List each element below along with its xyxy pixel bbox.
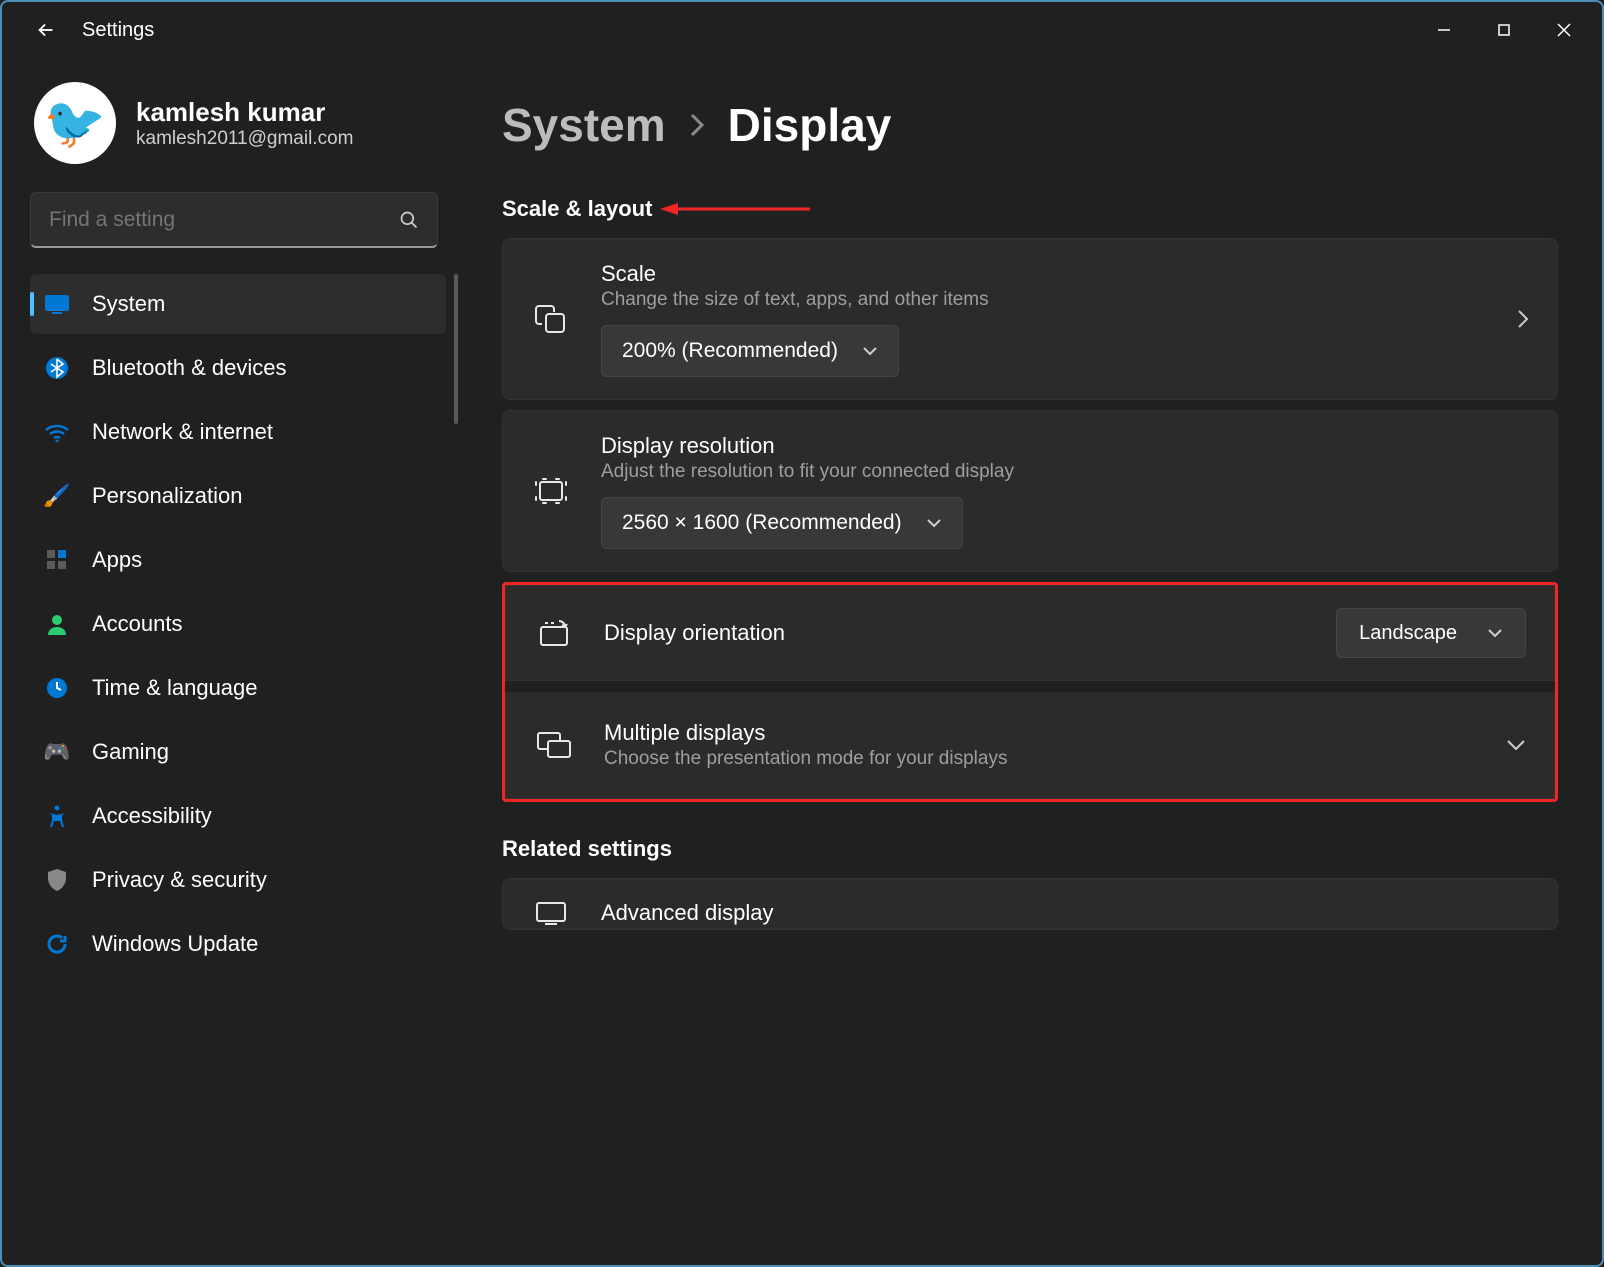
maximize-button[interactable]: [1474, 10, 1534, 50]
sidebar-item-system[interactable]: System: [30, 274, 446, 334]
apps-icon: [44, 547, 70, 573]
card-title: Display orientation: [604, 620, 1306, 646]
annotation-arrow-icon: [660, 200, 810, 218]
profile-email: kamlesh2011@gmail.com: [136, 128, 353, 150]
card-title: Advanced display: [601, 900, 1529, 926]
section-header-scale-layout: Scale & layout: [502, 196, 1558, 222]
card-title: Display resolution: [601, 433, 1529, 459]
resolution-icon: [531, 477, 571, 505]
nav-list: System Bluetooth & devices Network & int…: [30, 274, 446, 974]
sidebar-item-accessibility[interactable]: Accessibility: [30, 786, 446, 846]
scale-icon: [531, 302, 571, 336]
card-title: Multiple displays: [604, 720, 1476, 746]
profile-name: kamlesh kumar: [136, 97, 353, 128]
breadcrumb: System Display: [502, 98, 1558, 152]
chevron-right-icon: [688, 111, 706, 139]
sidebar: 🐦 kamlesh kumar kamlesh2011@gmail.com Sy…: [2, 58, 462, 1265]
sidebar-item-accounts[interactable]: Accounts: [30, 594, 446, 654]
sidebar-scrollbar[interactable]: [454, 274, 458, 424]
shield-icon: [44, 867, 70, 893]
card-subtitle: Adjust the resolution to fit your connec…: [601, 461, 1529, 483]
chevron-down-icon: [862, 346, 878, 356]
search-box[interactable]: [30, 192, 438, 248]
section-header-related: Related settings: [502, 836, 1558, 862]
search-input[interactable]: [49, 208, 399, 232]
card-subtitle: Change the size of text, apps, and other…: [601, 289, 1487, 311]
chevron-down-icon: [1506, 739, 1526, 751]
back-button[interactable]: [26, 10, 66, 50]
close-icon: [1556, 22, 1572, 38]
chevron-down-icon: [1487, 628, 1503, 638]
paintbrush-icon: 🖌️: [44, 483, 70, 509]
advanced-display-icon: [531, 900, 571, 926]
breadcrumb-current: Display: [728, 98, 892, 152]
minimize-icon: [1437, 23, 1451, 37]
person-icon: [44, 611, 70, 637]
expand-button[interactable]: [1517, 309, 1529, 329]
select-value: Landscape: [1359, 622, 1457, 645]
update-icon: [44, 931, 70, 957]
sidebar-item-time-language[interactable]: Time & language: [30, 658, 446, 718]
chevron-down-icon: [926, 518, 942, 528]
system-icon: [44, 291, 70, 317]
scale-select[interactable]: 200% (Recommended): [601, 325, 899, 377]
sidebar-item-label: Network & internet: [92, 419, 273, 445]
card-advanced-display[interactable]: Advanced display: [502, 878, 1558, 930]
annotation-highlight: Display orientation Landscape Multiple d…: [502, 582, 1558, 802]
sidebar-item-label: Accessibility: [92, 803, 212, 829]
resolution-select[interactable]: 2560 × 1600 (Recommended): [601, 497, 963, 549]
search-icon: [399, 210, 419, 230]
window-controls: [1414, 10, 1594, 50]
sidebar-item-windows-update[interactable]: Windows Update: [30, 914, 446, 974]
chevron-right-icon: [1517, 309, 1529, 329]
sidebar-item-label: Apps: [92, 547, 142, 573]
close-button[interactable]: [1534, 10, 1594, 50]
sidebar-item-label: Privacy & security: [92, 867, 267, 893]
avatar: 🐦: [34, 82, 116, 164]
orientation-icon: [534, 619, 574, 647]
minimize-button[interactable]: [1414, 10, 1474, 50]
sidebar-item-privacy[interactable]: Privacy & security: [30, 850, 446, 910]
orientation-select[interactable]: Landscape: [1336, 608, 1526, 658]
profile-block[interactable]: 🐦 kamlesh kumar kamlesh2011@gmail.com: [30, 82, 446, 164]
select-value: 200% (Recommended): [622, 339, 838, 363]
app-title: Settings: [82, 19, 154, 42]
sidebar-item-label: Windows Update: [92, 931, 258, 957]
wifi-icon: [44, 419, 70, 445]
card-resolution[interactable]: Display resolution Adjust the resolution…: [502, 410, 1558, 572]
card-subtitle: Choose the presentation mode for your di…: [604, 748, 1476, 770]
sidebar-item-label: Bluetooth & devices: [92, 355, 286, 381]
sidebar-item-label: System: [92, 291, 165, 317]
arrow-left-icon: [35, 19, 57, 41]
titlebar: Settings: [2, 2, 1602, 58]
maximize-icon: [1497, 23, 1511, 37]
sidebar-item-apps[interactable]: Apps: [30, 530, 446, 590]
sidebar-item-network[interactable]: Network & internet: [30, 402, 446, 462]
card-scale[interactable]: Scale Change the size of text, apps, and…: [502, 238, 1558, 400]
card-orientation[interactable]: Display orientation Landscape: [505, 585, 1555, 681]
sidebar-item-gaming[interactable]: 🎮 Gaming: [30, 722, 446, 782]
breadcrumb-parent[interactable]: System: [502, 98, 666, 152]
globe-clock-icon: [44, 675, 70, 701]
expand-button[interactable]: [1506, 739, 1526, 751]
sidebar-item-label: Time & language: [92, 675, 258, 701]
sidebar-item-label: Personalization: [92, 483, 242, 509]
sidebar-item-label: Accounts: [92, 611, 183, 637]
sidebar-item-label: Gaming: [92, 739, 169, 765]
select-value: 2560 × 1600 (Recommended): [622, 511, 902, 535]
sidebar-item-personalization[interactable]: 🖌️ Personalization: [30, 466, 446, 526]
accessibility-icon: [44, 803, 70, 829]
main-content: System Display Scale & layout Scale Chan…: [462, 58, 1602, 1265]
multiple-displays-icon: [534, 731, 574, 759]
card-title: Scale: [601, 261, 1487, 287]
card-multiple-displays[interactable]: Multiple displays Choose the presentatio…: [505, 691, 1555, 799]
sidebar-item-bluetooth[interactable]: Bluetooth & devices: [30, 338, 446, 398]
gamepad-icon: 🎮: [44, 739, 70, 765]
bluetooth-icon: [44, 355, 70, 381]
